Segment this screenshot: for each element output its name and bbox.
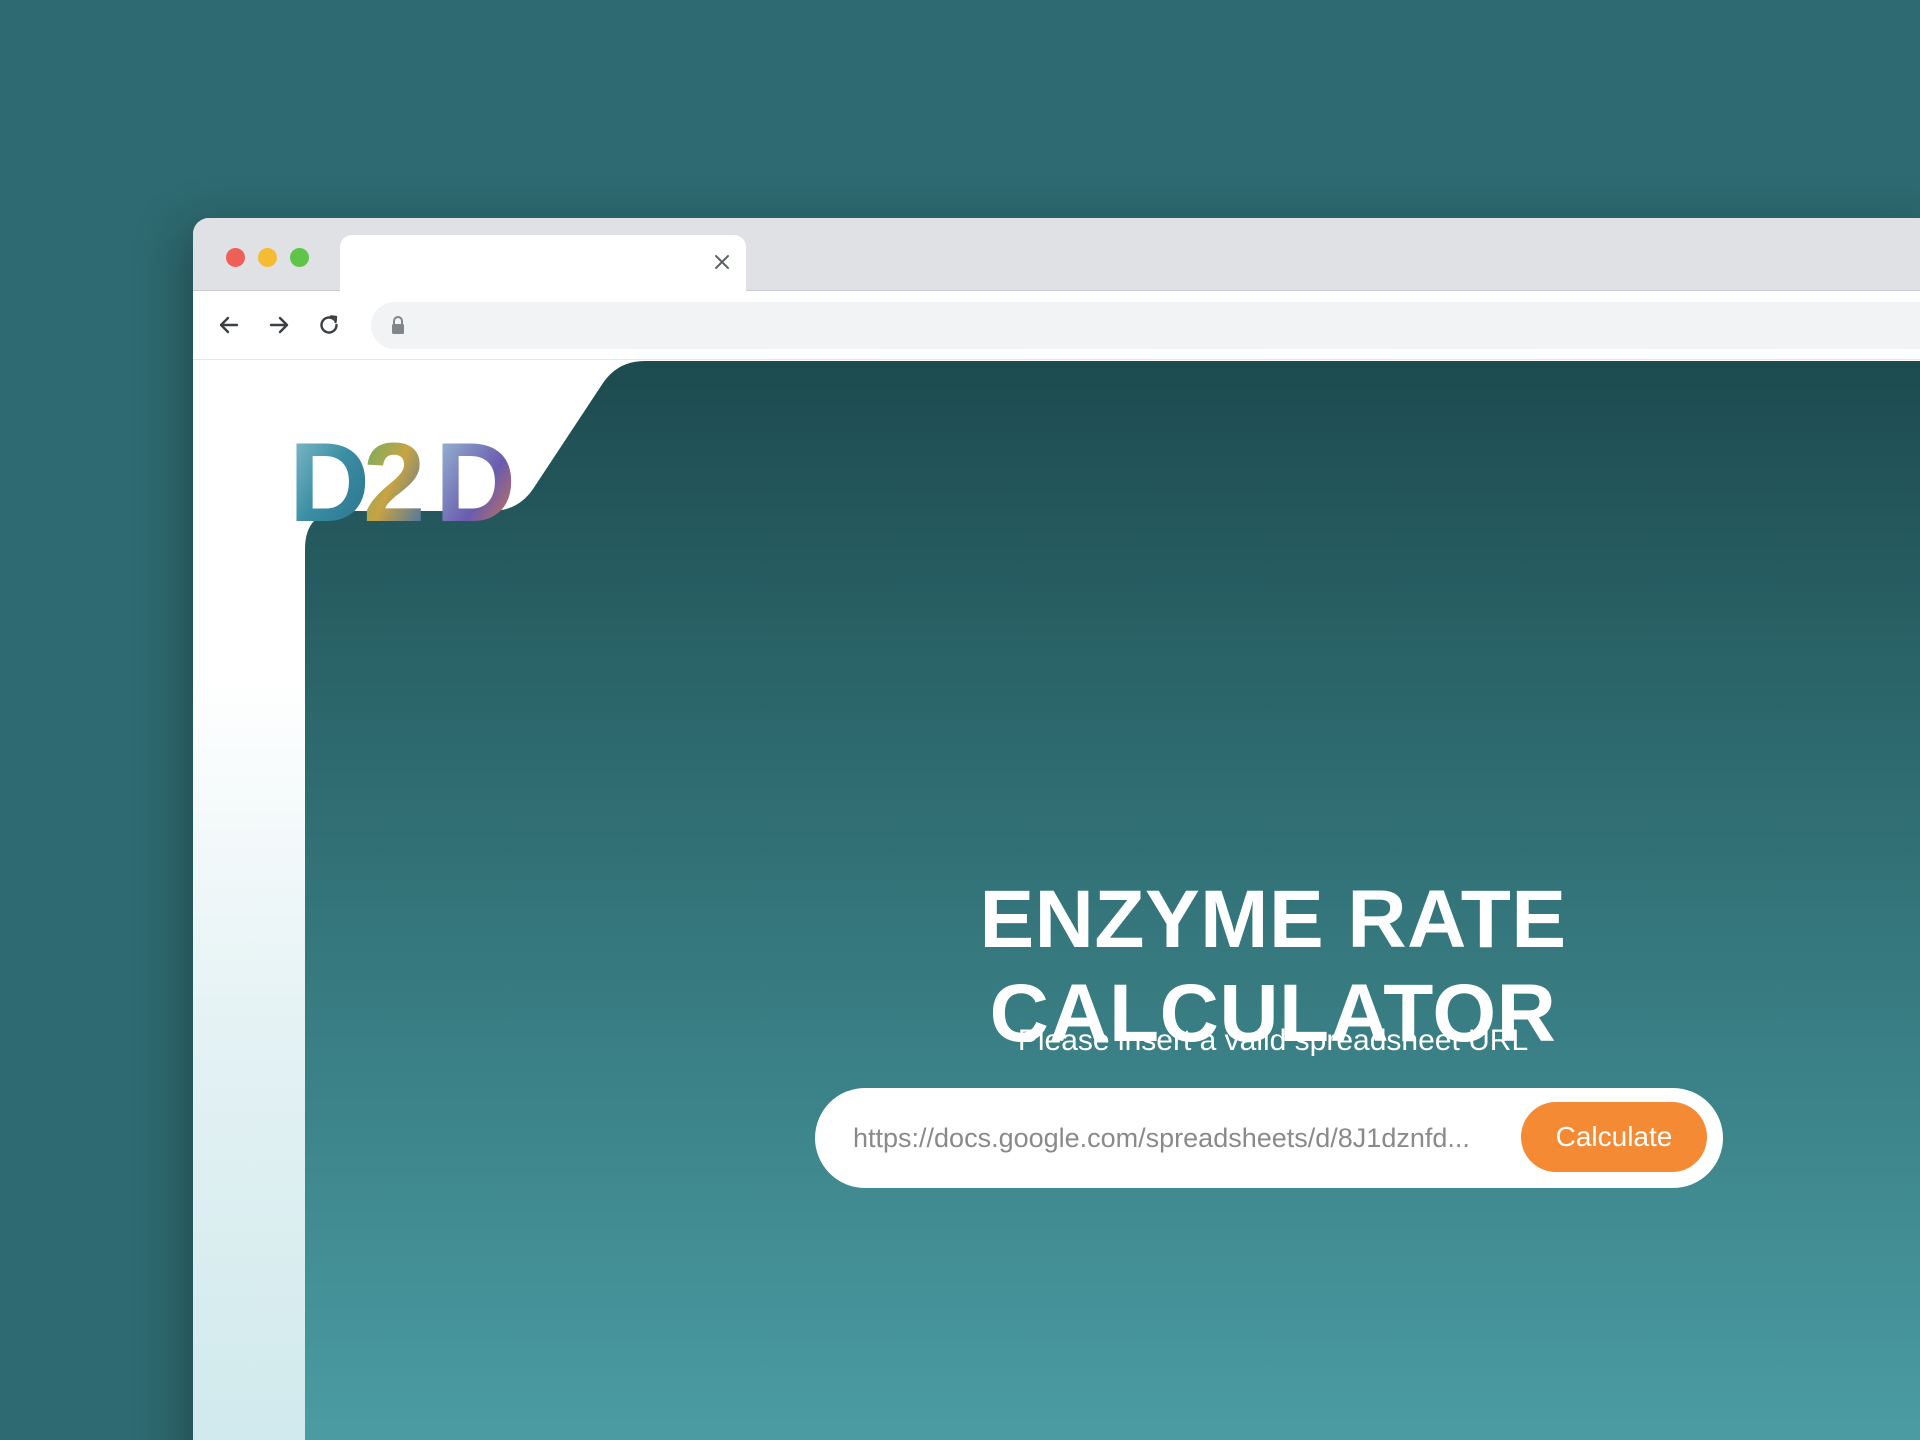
svg-text:D: D bbox=[435, 433, 512, 525]
calculate-button[interactable]: Calculate bbox=[1521, 1102, 1707, 1172]
forward-arrow-icon[interactable] bbox=[266, 312, 292, 338]
lock-icon bbox=[392, 316, 404, 334]
reload-icon[interactable] bbox=[316, 312, 342, 338]
spreadsheet-url-form: Calculate bbox=[815, 1088, 1723, 1188]
svg-text:D: D bbox=[289, 433, 366, 525]
browser-window: D 2 D ENZYME RATE CALCULATOR Please inse… bbox=[193, 218, 1920, 1440]
maximize-window-button[interactable] bbox=[290, 248, 309, 267]
browser-navbar bbox=[193, 291, 1920, 360]
minimize-window-button[interactable] bbox=[258, 248, 277, 267]
page-viewport: D 2 D ENZYME RATE CALCULATOR Please inse… bbox=[193, 361, 1920, 1440]
browser-titlebar bbox=[193, 218, 1920, 292]
address-bar[interactable] bbox=[371, 302, 1920, 349]
close-icon[interactable] bbox=[712, 252, 732, 272]
d2d-logo: D 2 D bbox=[289, 433, 518, 525]
svg-text:2: 2 bbox=[363, 433, 421, 525]
close-window-button[interactable] bbox=[226, 248, 245, 267]
url-instruction-text: Please insert a valid spreadsheet URL bbox=[1017, 1024, 1529, 1057]
spreadsheet-url-input[interactable] bbox=[853, 1114, 1513, 1162]
back-arrow-icon[interactable] bbox=[216, 312, 242, 338]
browser-tab[interactable] bbox=[340, 235, 746, 292]
